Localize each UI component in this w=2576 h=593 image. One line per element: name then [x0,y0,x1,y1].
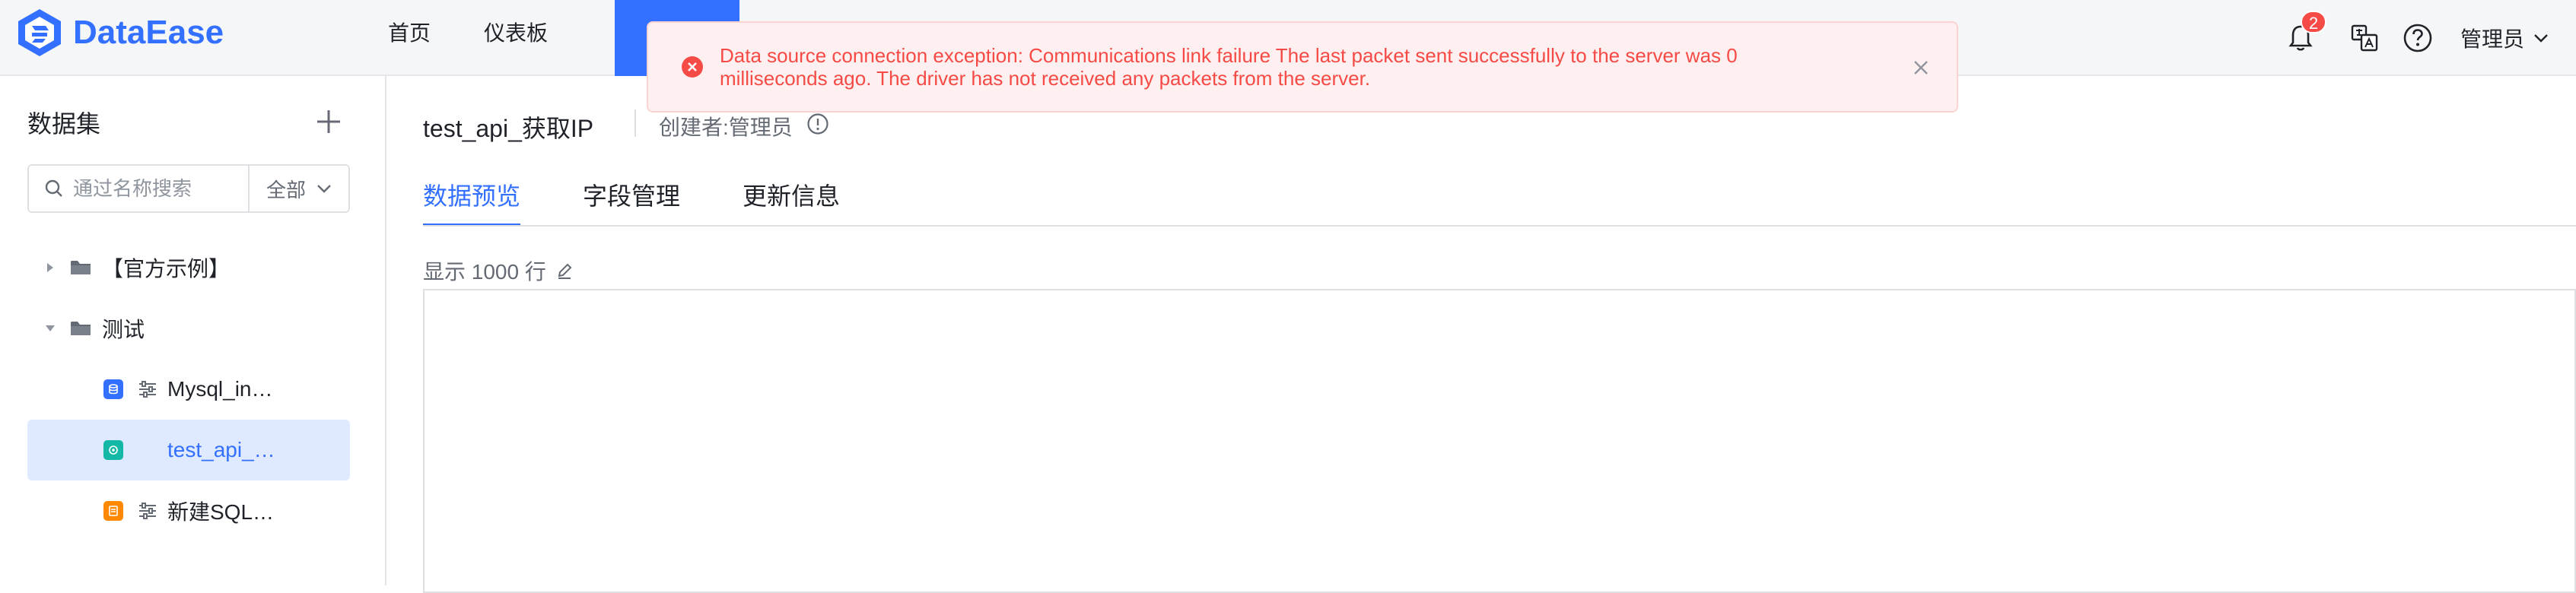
notification-badge: 2 [2300,11,2326,33]
caret-right-icon[interactable] [41,258,59,277]
tree-label: 新建SQL… [167,500,275,524]
brand-logo[interactable]: DataEase [15,8,224,58]
chevron-down-icon [2534,34,2548,43]
tree-label: Mysql_in… [167,377,273,401]
rows-limit: 显示 1000 行 [423,255,574,286]
tab-data-preview[interactable]: 数据预览 [423,175,521,227]
creator-label: 创建者:管理员 [659,116,793,139]
search-icon [45,179,62,197]
detail-tabs: 数据预览 字段管理 更新信息 [423,175,902,227]
tree-folder-official[interactable]: 【官方示例】 [27,237,350,298]
dataset-title: test_api_获取IP [423,115,594,142]
header-actions: 2 管理员 [2264,0,2549,76]
sql-icon [103,501,123,521]
main-nav: 首页 仪表板 [388,0,601,76]
sliders-icon [139,381,156,398]
help-icon [2403,24,2432,52]
data-preview-table [423,289,2576,593]
nav-item-home[interactable]: 首页 [388,0,431,76]
user-menu[interactable]: 管理员 [2460,23,2549,53]
language-button[interactable] [2348,21,2381,55]
rows-limit-label: 显示 1000 行 [423,260,546,284]
dataset-search: 全部 [27,164,350,213]
error-icon [682,56,703,78]
tree-folder-test[interactable]: 测试 [27,298,350,359]
close-icon[interactable] [1910,56,1932,79]
header-divider [634,109,636,137]
tab-field-management[interactable]: 字段管理 [583,175,680,227]
tree-item-mysql[interactable]: Mysql_in… [27,359,350,420]
folder-icon [71,322,91,335]
api-icon [103,440,123,460]
user-name: 管理员 [2460,27,2524,51]
filter-select[interactable]: 全部 [250,166,348,211]
edit-icon[interactable] [555,262,574,280]
caret-down-icon[interactable] [41,319,59,338]
filter-value: 全部 [266,178,306,201]
tree-label: 【官方示例】 [102,257,231,281]
tree-item-test-api[interactable]: test_api_… [27,420,350,480]
tabs-divider [423,225,2576,227]
translate-icon [2351,24,2378,52]
sliders-icon [139,503,156,519]
add-icon[interactable] [312,105,345,138]
dataease-logo-icon [18,9,61,56]
tree-item-new-sql[interactable]: 新建SQL… [27,480,350,541]
error-toast: Data source connection exception: Commun… [647,21,1958,113]
search-input[interactable] [73,176,248,201]
sidebar-title: 数据集 [27,110,101,138]
folder-icon [71,261,91,274]
database-icon [103,379,123,399]
notification-button[interactable]: 2 [2284,11,2326,55]
nav-item-dashboard[interactable]: 仪表板 [484,0,548,76]
tab-update-info[interactable]: 更新信息 [743,175,840,227]
tree-label: test_api_… [167,438,275,461]
brand-name: DataEase [73,14,224,51]
search-box [29,166,250,211]
dataset-sidebar: 数据集 全部 【官方示例】 [0,76,386,585]
help-button[interactable] [2401,21,2434,55]
info-icon[interactable] [806,113,829,135]
dataset-detail: test_api_获取IP 创建者:管理员 数据预览 字段管理 更新信息 显示 … [388,76,2576,593]
chevron-down-icon [317,185,331,193]
tree-label: 测试 [102,318,145,341]
toast-message: Data source connection exception: Commun… [720,44,1738,90]
